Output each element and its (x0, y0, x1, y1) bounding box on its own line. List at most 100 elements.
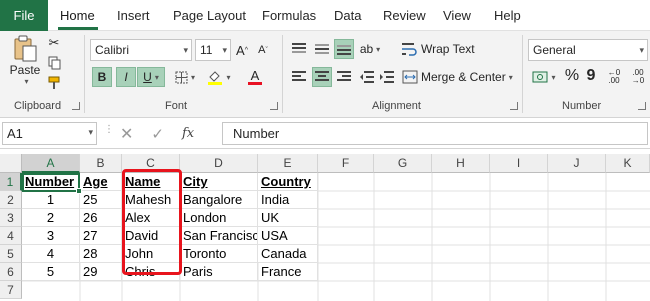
align-right-icon[interactable] (334, 67, 354, 87)
enter-icon[interactable]: ✓ (151, 125, 164, 143)
comma-style-button[interactable]: 9 (584, 66, 598, 86)
tab-formulas[interactable]: Formulas (262, 0, 316, 31)
decrease-font-size-icon[interactable]: Aˇ (256, 41, 270, 59)
column-header-f[interactable]: F (318, 154, 374, 173)
wrap-text-label: Wrap Text (421, 42, 475, 56)
number-format-value: General (533, 43, 576, 57)
tab-file[interactable]: File (0, 0, 48, 31)
ribbon-tab-bar: File Home Insert Page Layout Formulas Da… (0, 0, 650, 31)
paste-icon (14, 35, 37, 61)
alignment-dialog-launcher[interactable] (510, 102, 518, 110)
chevron-down-icon: ▾ (639, 45, 644, 55)
column-header-i[interactable]: I (490, 154, 548, 173)
formula-input[interactable]: Number (222, 122, 648, 145)
chevron-down-icon: ▾ (551, 72, 556, 82)
chevron-down-icon: ▾ (222, 45, 227, 55)
underline-glyph: U (143, 70, 152, 84)
chevron-down-icon: ▾ (508, 72, 513, 82)
merge-center-button[interactable]: Merge & Center ▾ (402, 67, 514, 87)
paste-label: Paste (9, 62, 41, 77)
formula-buttons: ✕ ✓ fx (120, 122, 220, 145)
name-box-value: A1 (7, 126, 23, 141)
chevron-down-icon: ▾ (24, 76, 29, 86)
chevron-down-icon: ▾ (183, 45, 188, 55)
name-box[interactable]: A1 ▾ (2, 122, 97, 145)
clipboard-dialog-launcher[interactable] (72, 102, 80, 110)
font-group-label: Font (165, 100, 188, 112)
increase-font-size-icon[interactable]: A ^ (235, 41, 249, 59)
accounting-icon (532, 71, 548, 83)
underline-button[interactable]: U ▾ (137, 67, 165, 87)
increase-decimal-icon[interactable]: ←0.00 (604, 68, 624, 86)
chevron-down-icon: ▾ (226, 72, 231, 82)
paste-button[interactable]: Paste ▾ (8, 33, 42, 87)
font-color-button[interactable]: A (240, 67, 270, 87)
name-column-highlight (122, 169, 182, 275)
font-color-swatch (248, 82, 262, 85)
column-header-b[interactable]: B (80, 154, 122, 173)
chevron-down-icon: ▾ (190, 72, 195, 82)
number-dialog-launcher[interactable] (638, 102, 646, 110)
number-format-select[interactable]: General ▾ (528, 39, 648, 61)
tab-review[interactable]: Review (383, 0, 426, 31)
insert-function-button[interactable]: fx (182, 126, 194, 141)
clipboard-group-label: Clipboard (14, 100, 62, 112)
tab-page-layout[interactable]: Page Layout (173, 0, 246, 31)
tab-help[interactable]: Help (494, 0, 521, 31)
column-header-h[interactable]: H (432, 154, 490, 173)
decrease-indent-icon[interactable] (358, 67, 376, 87)
ribbon: Paste ▾ ✂ Clipboard Calibri ▾ 11 ▾ A ^ Aˇ… (0, 31, 650, 118)
borders-icon (175, 71, 188, 83)
align-center-icon[interactable] (312, 67, 332, 87)
font-family-value: Calibri (95, 43, 130, 57)
formula-bar: A1 ▾ ⋮ ✕ ✓ fx Number (0, 118, 650, 149)
column-header-d[interactable]: D (180, 154, 258, 173)
increase-indent-icon[interactable] (378, 67, 396, 87)
italic-button[interactable]: I (116, 67, 136, 87)
cut-icon[interactable]: ✂ (46, 35, 62, 51)
middle-align-icon[interactable] (312, 39, 332, 59)
decrease-decimal-icon[interactable]: .00 →0 (628, 68, 648, 86)
formula-bar-grip-icon: ⋮ (104, 124, 114, 135)
font-size-value: 11 (200, 43, 213, 57)
font-size-select[interactable]: 11 ▾ (195, 39, 231, 61)
font-color-glyph: A (250, 68, 260, 83)
wrap-text-icon (402, 43, 417, 56)
tab-view[interactable]: View (443, 0, 471, 31)
bold-button[interactable]: B (92, 67, 112, 87)
select-all-button[interactable] (0, 154, 22, 173)
tab-insert[interactable]: Insert (117, 0, 150, 31)
column-header-g[interactable]: G (374, 154, 432, 173)
percent-button[interactable]: % (564, 66, 580, 86)
formula-content: Number (233, 126, 280, 141)
align-left-icon[interactable] (289, 67, 309, 87)
format-painter-icon[interactable] (46, 75, 62, 91)
active-cell-selection (22, 173, 80, 192)
column-header-a[interactable]: A (22, 154, 80, 173)
chevron-down-icon: ▾ (154, 72, 159, 82)
wrap-text-button[interactable]: Wrap Text (402, 39, 492, 59)
merge-center-icon (402, 70, 418, 84)
fill-handle[interactable] (76, 188, 82, 194)
top-align-icon[interactable] (289, 39, 309, 59)
font-dialog-launcher[interactable] (270, 102, 278, 110)
number-group-label: Number (562, 100, 602, 112)
tab-data[interactable]: Data (334, 0, 361, 31)
merge-center-label: Merge & Center (421, 70, 506, 84)
accounting-format-button[interactable]: ▾ (530, 68, 558, 86)
fill-color-icon (208, 71, 223, 85)
cancel-icon[interactable]: ✕ (120, 124, 133, 144)
empty-gridlines (22, 173, 650, 301)
borders-button[interactable]: ▾ (172, 67, 198, 87)
fill-color-button[interactable]: ▾ (204, 67, 234, 87)
font-family-select[interactable]: Calibri ▾ (90, 39, 192, 61)
active-tab-indicator (58, 27, 98, 30)
alignment-group-label: Alignment (372, 100, 421, 112)
copy-icon[interactable] (46, 55, 62, 71)
chevron-down-icon: ▾ (88, 127, 93, 137)
orientation-icon[interactable]: ab ▾ (358, 39, 382, 59)
column-header-k[interactable]: K (606, 154, 650, 173)
column-header-e[interactable]: E (258, 154, 318, 173)
column-header-j[interactable]: J (548, 154, 606, 173)
bottom-align-icon[interactable] (334, 39, 354, 59)
